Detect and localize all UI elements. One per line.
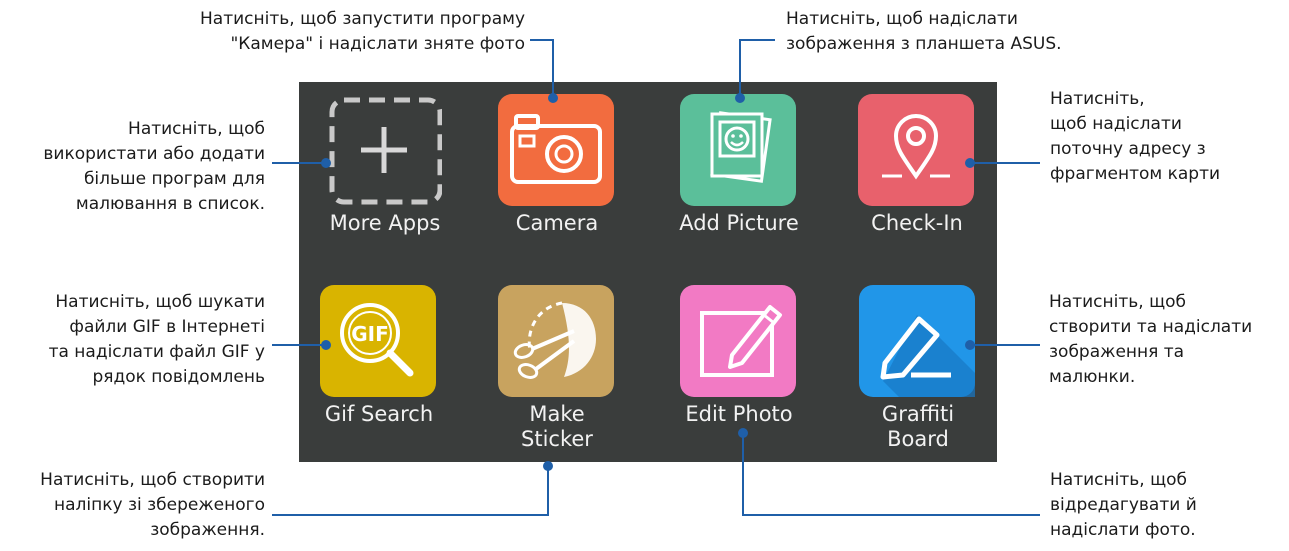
leader-dot-camera	[548, 93, 558, 103]
leader-dot-edit-photo	[738, 428, 748, 438]
leader-dot-gif-search	[321, 340, 331, 350]
leader-lines	[272, 39, 1040, 516]
leader-add-picture	[739, 39, 775, 98]
leader-dot-check-in	[965, 158, 975, 168]
leader-make-sticker	[272, 466, 549, 516]
leader-dot-more-apps	[321, 158, 331, 168]
leader-dot-make-sticker	[543, 461, 553, 471]
leader-edit-photo	[742, 433, 1040, 516]
leader-dot-add-picture	[735, 93, 745, 103]
leader-dot-graffiti-board	[965, 340, 975, 350]
leader-camera	[530, 39, 554, 98]
